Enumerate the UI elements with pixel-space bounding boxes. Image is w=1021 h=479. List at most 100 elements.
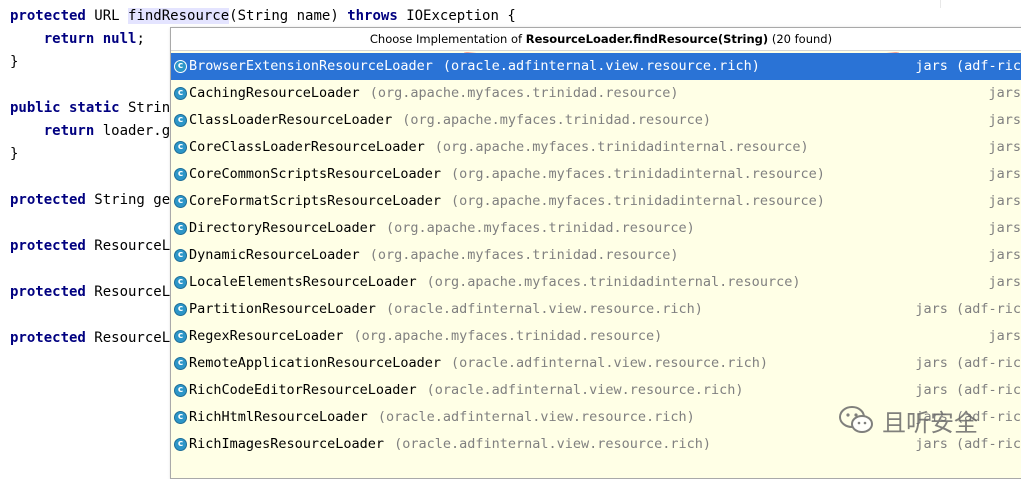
package-name: (oracle.adfinternal.view.resource.rich) — [385, 301, 703, 317]
code-line-1: protected URL findResource(String name) … — [10, 6, 516, 26]
class-entry: RichImagesResourceLoader (oracle.adfinter… — [189, 431, 711, 458]
class-icon: c — [174, 168, 187, 181]
implementation-list-item[interactable]: c ClassLoaderResourceLoader (org.apache.my… — [171, 107, 1021, 134]
package-name: (org.apache.myfaces.trinidad.resource) — [369, 247, 679, 263]
implementation-list-item[interactable]: c DynamicResourceLoader (org.apache.myface… — [171, 242, 1021, 269]
jar-location: jars — [988, 220, 1021, 236]
class-name: BrowserExtensionResourceLoader — [189, 58, 433, 74]
class-name: CoreCommonScriptsResourceLoader — [189, 166, 441, 182]
code-text: ResourceLo — [85, 238, 179, 254]
keyword: null — [102, 31, 137, 47]
implementation-list-item[interactable]: c BrowserExtensionResourceLoader (oracle.a… — [171, 53, 1021, 80]
class-entry: BrowserExtensionResourceLoader (oracle.ad… — [189, 53, 760, 80]
wechat-icon — [839, 406, 873, 433]
code-text: ResourceLo — [85, 284, 179, 300]
popup-title-count: (20 found) — [768, 32, 833, 46]
class-name: LocaleElementsResourceLoader — [189, 274, 417, 290]
implementation-list-item[interactable]: c RemoteApplicationResourceLoader (oracle.… — [171, 350, 1021, 377]
package-name: (org.apache.myfaces.trinidadinternal.res… — [426, 274, 801, 290]
class-icon: c — [174, 330, 187, 343]
code-text: ResourceLo — [85, 330, 179, 346]
jar-location: jars — [988, 328, 1021, 344]
class-entry: RichCodeEditorResourceLoader (oracle.adfi… — [189, 377, 744, 404]
class-entry: DynamicResourceLoader (org.apache.myfaces… — [189, 242, 679, 269]
code-line-6: } — [10, 144, 18, 164]
class-name: CoreClassLoaderResourceLoader — [189, 139, 425, 155]
jar-location: jars — [988, 274, 1021, 290]
keyword: protected — [10, 192, 86, 208]
class-entry: RemoteApplicationResourceLoader (oracle.a… — [189, 350, 768, 377]
class-icon: c — [174, 114, 187, 127]
code-text: IOException { — [397, 8, 516, 24]
class-entry: CoreClassLoaderResourceLoader (org.apache… — [189, 134, 809, 161]
class-icon: c — [174, 411, 187, 424]
code-line-5: return loader.ge — [10, 121, 179, 141]
implementation-list-item[interactable]: c LocaleElementsResourceLoader (org.apache… — [171, 269, 1021, 296]
keyword: return — [10, 123, 95, 139]
class-icon: c — [174, 438, 187, 451]
package-name: (oracle.adfinternal.view.resource.rich) — [450, 355, 768, 371]
class-entry: LocaleElementsResourceLoader (org.apache.… — [189, 269, 800, 296]
class-entry: RichHtmlResourceLoader (oracle.adfinterna… — [189, 404, 695, 431]
implementation-list-item[interactable]: c CoreClassLoaderResourceLoader (org.apach… — [171, 134, 1021, 161]
jar-location: jars — [988, 85, 1021, 101]
class-icon: c — [174, 195, 187, 208]
code-text: (String name) — [229, 8, 348, 24]
class-name: RegexResourceLoader — [189, 328, 344, 344]
code-text: ; — [136, 31, 145, 47]
code-line-7: protected String get — [10, 190, 179, 210]
code-text: loader.ge — [94, 123, 179, 139]
class-icon: c — [174, 249, 187, 262]
code-line-8: protected ResourceLo — [10, 236, 179, 256]
code-line-9: protected ResourceLo — [10, 282, 179, 302]
jar-location: jars (adf-ric — [915, 301, 1021, 317]
jar-location: jars — [988, 139, 1021, 155]
jar-location: jars — [988, 247, 1021, 263]
class-entry: RegexResourceLoader (org.apache.myfaces.t… — [189, 323, 662, 350]
jar-location: jars (adf-ric — [915, 58, 1021, 74]
class-name: PartitionResourceLoader — [189, 301, 376, 317]
code-text: URL — [85, 8, 129, 24]
jar-location: jars — [988, 193, 1021, 209]
code-line-4: public static String — [10, 98, 179, 118]
class-entry: CachingResourceLoader (org.apache.myfaces… — [189, 80, 679, 107]
class-entry: ClassLoaderResourceLoader (org.apache.myf… — [189, 107, 711, 134]
class-icon: c — [174, 141, 187, 154]
editor-divider — [940, 0, 941, 8]
jar-location: jars — [988, 112, 1021, 128]
class-icon: c — [174, 303, 187, 316]
implementation-list-item[interactable]: c PartitionResourceLoader (oracle.adfinter… — [171, 296, 1021, 323]
method-name-highlight[interactable]: findResource — [128, 8, 230, 24]
package-name: (org.apache.myfaces.trinidad.resource) — [353, 328, 663, 344]
implementation-list-item[interactable]: c RegexResourceLoader (org.apache.myfaces.… — [171, 323, 1021, 350]
code-line-2: return null; — [10, 29, 145, 49]
jar-location: jars — [988, 166, 1021, 182]
implementation-list[interactable]: c BrowserExtensionResourceLoader (oracle.a… — [171, 53, 1021, 458]
code-line-10: protected ResourceLo — [10, 328, 179, 348]
class-icon: c — [174, 60, 187, 73]
code-text: } — [10, 54, 19, 70]
class-entry: CoreCommonScriptsResourceLoader (org.apac… — [189, 161, 825, 188]
class-icon: c — [174, 276, 187, 289]
package-name: (org.apache.myfaces.trinidadinternal.res… — [434, 139, 809, 155]
class-name: CachingResourceLoader — [189, 85, 360, 101]
implementation-list-item[interactable]: c CachingResourceLoader (org.apache.myface… — [171, 80, 1021, 107]
implementation-list-item[interactable]: c CoreFormatScriptsResourceLoader (org.apa… — [171, 188, 1021, 215]
class-name: RichCodeEditorResourceLoader — [189, 382, 417, 398]
keyword: protected — [10, 284, 86, 300]
keyword: return — [10, 31, 95, 47]
class-name: RichHtmlResourceLoader — [189, 409, 368, 425]
class-name: DirectoryResourceLoader — [189, 220, 376, 236]
code-text: } — [10, 146, 19, 162]
popup-title-prefix: Choose Implementation of — [369, 32, 526, 46]
code-line-3: } — [10, 52, 18, 72]
package-name: (oracle.adfinternal.view.resource.rich) — [394, 436, 712, 452]
package-name: (oracle.adfinternal.view.resource.rich) — [377, 409, 695, 425]
package-name: (oracle.adfinternal.view.resource.rich) — [426, 382, 744, 398]
class-name: RichImagesResourceLoader — [189, 436, 385, 452]
class-entry: PartitionResourceLoader (oracle.adfintern… — [189, 296, 703, 323]
watermark-text: 且听安全 — [882, 408, 978, 437]
class-name: RemoteApplicationResourceLoader — [189, 355, 441, 371]
implementation-list-item[interactable]: c CoreCommonScriptsResourceLoader (org.apa… — [171, 161, 1021, 188]
implementation-list-item[interactable]: c DirectoryResourceLoader (org.apache.myfa… — [171, 215, 1021, 242]
